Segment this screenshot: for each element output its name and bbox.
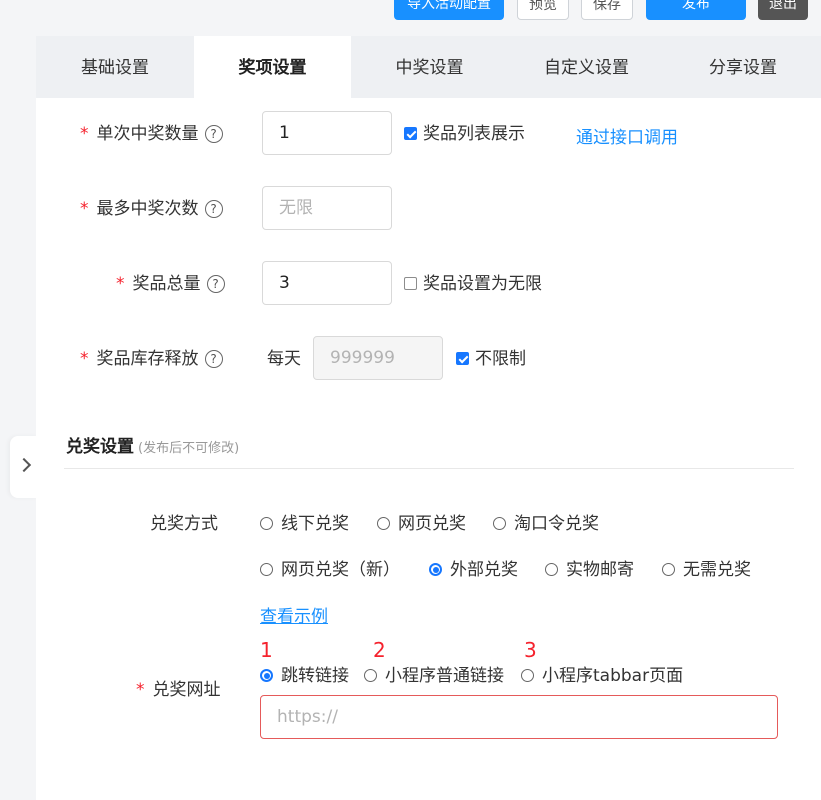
radio-label: 网页兑奖 [398, 514, 466, 534]
max-win-times-label: * 最多中奖次数? [80, 198, 223, 220]
save-button[interactable]: 保存 [581, 0, 633, 20]
radio-icon[interactable] [377, 517, 390, 530]
prize-unlimited-checkbox[interactable]: 奖品设置为无限 [404, 273, 542, 295]
import-config-button[interactable]: 导入活动配置 [394, 0, 504, 20]
settings-tabs: 基础设置 奖项设置 中奖设置 自定义设置 分享设置 [36, 36, 821, 98]
annotation-2: 2 [373, 638, 386, 662]
radio-web-redeem[interactable]: 网页兑奖 [377, 513, 466, 535]
max-win-times-label-text: 最多中奖次数 [96, 199, 199, 219]
radio-label: 跳转链接 [281, 666, 349, 686]
radio-icon[interactable] [493, 517, 506, 530]
radio-label: 线下兑奖 [281, 514, 349, 534]
radio-icon[interactable] [545, 563, 558, 576]
radio-icon[interactable] [260, 517, 273, 530]
redeem-section-title: 兑奖设置 (发布后不可修改) [66, 432, 239, 457]
radio-icon[interactable] [521, 669, 534, 682]
question-circle-icon[interactable]: ? [206, 275, 225, 293]
radio-external-redeem[interactable]: 外部兑奖 [429, 559, 518, 581]
tab-share-settings[interactable]: 分享设置 [665, 36, 821, 98]
per-day-label: 每天 [267, 349, 301, 369]
required-mark: * [116, 274, 125, 294]
radio-taokouling-redeem[interactable]: 淘口令兑奖 [493, 513, 599, 535]
sidebar-expand-handle[interactable] [10, 436, 38, 498]
radio-icon[interactable] [662, 563, 675, 576]
section-divider [64, 468, 794, 469]
checkbox-unchecked-icon[interactable] [404, 277, 417, 290]
redeem-method-label: 兑奖方式 [150, 514, 218, 534]
radio-label: 小程序普通链接 [385, 666, 504, 686]
radio-web-redeem-new[interactable]: 网页兑奖（新） [260, 559, 400, 581]
stock-release-label-text: 奖品库存释放 [96, 349, 199, 369]
radio-label: 网页兑奖（新） [281, 560, 400, 580]
radio-jump-link[interactable]: 跳转链接 [260, 665, 349, 687]
api-call-link[interactable]: 通过接口调用 [576, 123, 678, 148]
preview-button[interactable]: 预览 [517, 0, 569, 20]
no-limit-checkbox[interactable]: 不限制 [456, 348, 526, 370]
view-example-link[interactable]: 查看示例 [260, 602, 328, 627]
radio-selected-icon[interactable] [260, 669, 273, 682]
prize-total-label: * 奖品总量? [116, 273, 225, 295]
per-win-count-label-text: 单次中奖数量 [96, 124, 199, 144]
radio-miniprogram-link[interactable]: 小程序普通链接 [364, 665, 504, 687]
radio-no-redeem[interactable]: 无需兑奖 [662, 559, 751, 581]
required-mark: * [80, 124, 89, 144]
required-mark: * [80, 199, 89, 219]
prize-total-label-text: 奖品总量 [132, 274, 201, 294]
top-toolbar: 导入活动配置 预览 保存 发布 退出 [0, 0, 821, 36]
per-win-count-input[interactable]: 1 [262, 111, 392, 155]
prize-total-input[interactable]: 3 [262, 261, 392, 305]
exit-button[interactable]: 退出 [758, 0, 808, 20]
radio-offline-redeem[interactable]: 线下兑奖 [260, 513, 349, 535]
required-mark: * [80, 349, 89, 369]
radio-label: 外部兑奖 [450, 560, 518, 580]
radio-selected-icon[interactable] [429, 563, 442, 576]
redeem-url-label-text: 兑奖网址 [152, 680, 221, 700]
radio-icon[interactable] [364, 669, 377, 682]
tab-prize-settings[interactable]: 奖项设置 [194, 36, 351, 98]
question-circle-icon[interactable]: ? [204, 125, 223, 143]
tab-custom-settings[interactable]: 自定义设置 [508, 36, 665, 98]
prize-list-display-checkbox[interactable]: 奖品列表展示 [404, 123, 525, 145]
redeem-section-title-text: 兑奖设置 [66, 437, 134, 457]
radio-label: 无需兑奖 [683, 560, 751, 580]
question-circle-icon[interactable]: ? [204, 200, 223, 218]
stock-release-input[interactable]: 999999 [313, 336, 443, 380]
redeem-section-note: (发布后不可修改) [138, 441, 240, 456]
radio-icon[interactable] [260, 563, 273, 576]
annotation-1: 1 [260, 638, 273, 662]
max-win-times-input[interactable]: 无限 [262, 186, 392, 230]
redeem-url-label: * 兑奖网址 [136, 679, 221, 701]
no-limit-label: 不限制 [475, 349, 526, 369]
tab-basic-settings[interactable]: 基础设置 [36, 36, 194, 98]
checkbox-checked-icon[interactable] [404, 127, 417, 140]
annotation-3: 3 [524, 638, 537, 662]
publish-button[interactable]: 发布 [646, 0, 746, 20]
radio-label: 小程序tabbar页面 [542, 666, 684, 686]
tab-winning-settings[interactable]: 中奖设置 [351, 36, 508, 98]
stock-release-label: * 奖品库存释放? [80, 348, 223, 370]
radio-mail-redeem[interactable]: 实物邮寄 [545, 559, 634, 581]
redeem-url-input[interactable]: https:// [260, 695, 778, 739]
radio-label: 实物邮寄 [566, 560, 634, 580]
question-circle-icon[interactable]: ? [204, 350, 223, 368]
settings-card: 基础设置 奖项设置 中奖设置 自定义设置 分享设置 * 单次中奖数量? 1 奖品列… [36, 36, 821, 800]
per-win-count-label: * 单次中奖数量? [80, 123, 223, 145]
radio-label: 淘口令兑奖 [514, 514, 599, 534]
checkbox-checked-icon[interactable] [456, 352, 469, 365]
chevron-right-icon [16, 457, 32, 473]
radio-miniprogram-tabbar[interactable]: 小程序tabbar页面 [521, 665, 683, 687]
prize-list-display-label: 奖品列表展示 [423, 124, 525, 144]
prize-unlimited-label: 奖品设置为无限 [423, 274, 542, 294]
required-mark: * [136, 680, 145, 700]
